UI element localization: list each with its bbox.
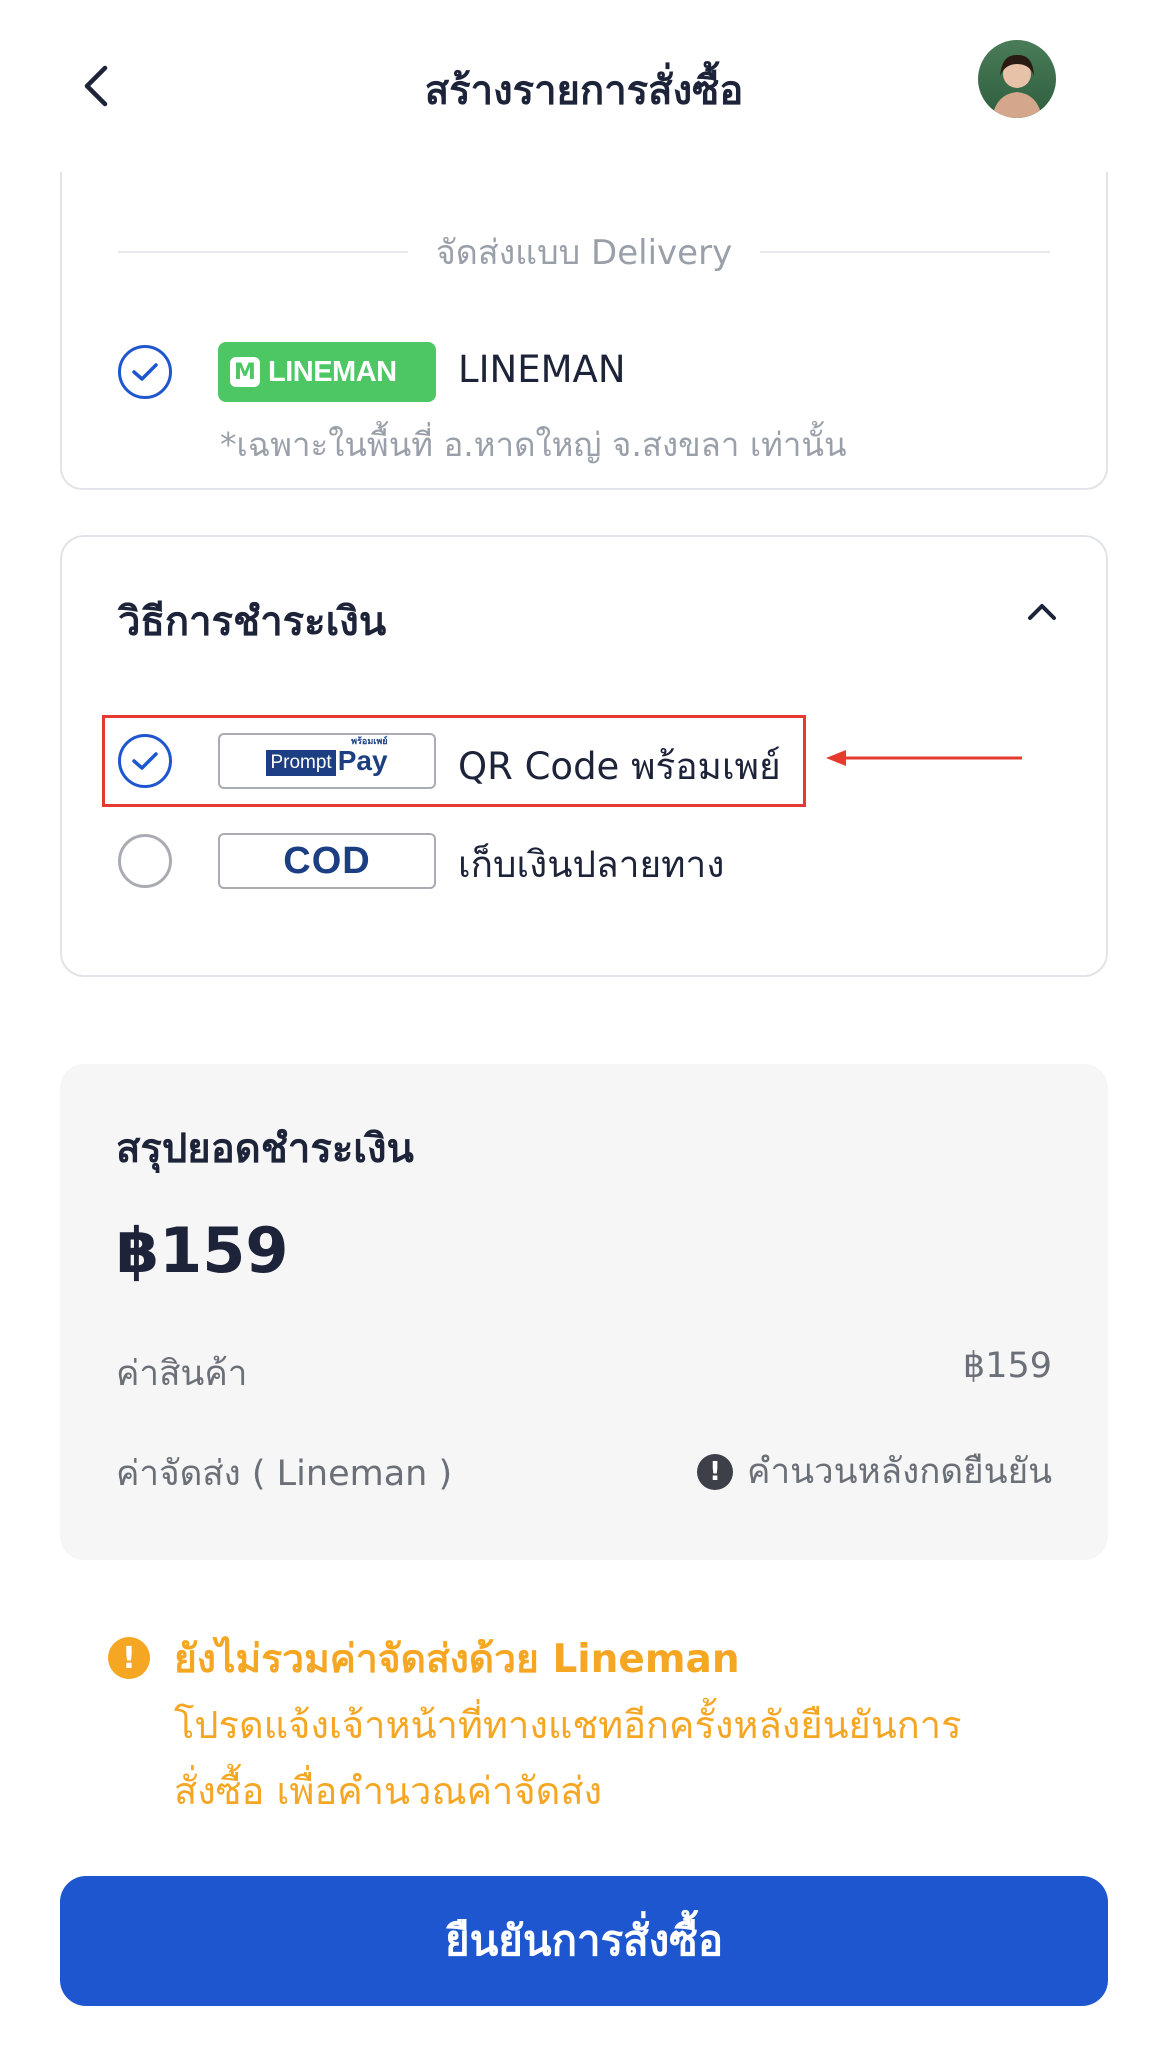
cod-logo-text: COD <box>283 839 371 882</box>
warning-title: ยังไม่รวมค่าจัดส่งด้วย Lineman <box>174 1637 740 1682</box>
shipping-cost-text: คำนวนหลังกดยืนยัน <box>747 1452 1052 1492</box>
warning-body-line1: โปรดแจ้งเจ้าหน้าที่ทางแชทอีกครั้งหลังยืน… <box>174 1703 962 1747</box>
warning-body-line2: สั่งซื้อ เพื่อคำนวณค่าจัดส่ง <box>174 1769 603 1813</box>
app-header: สร้างรายการสั่งซื้อ <box>0 0 1168 172</box>
summary-total: ฿159 <box>116 1214 289 1287</box>
shipping-cost-label: ค่าจัดส่ง ( Lineman ) <box>116 1454 453 1494</box>
cod-radio-unchecked[interactable] <box>118 834 172 888</box>
promptpay-logo-thai: พร้อมเพย์ <box>351 737 388 747</box>
check-icon <box>132 363 158 381</box>
cod-logo: COD <box>218 833 436 889</box>
shipping-cost-value: ! คำนวนหลังกดยืนยัน <box>697 1444 1052 1499</box>
delivery-divider-label: จัดส่งแบบ Delivery <box>435 233 733 273</box>
promptpay-radio-checked[interactable] <box>118 734 172 788</box>
delivery-card: จัดส่งแบบ Delivery M LINEMAN LINEMAN *เฉ… <box>60 172 1108 490</box>
user-avatar[interactable] <box>978 40 1056 118</box>
cod-option-label[interactable]: เก็บเงินปลายทาง <box>458 835 724 894</box>
red-arrow-annotation <box>826 750 1022 766</box>
promptpay-option-label[interactable]: QR Code พร้อมเพย์ <box>458 737 781 796</box>
lineman-option-label: LINEMAN <box>458 348 626 391</box>
divider-line-left <box>118 251 408 253</box>
payment-method-title: วิธีการชำระเงิน <box>118 599 387 645</box>
promptpay-logo: พร้อมเพย์ Prompt Pay <box>218 733 436 789</box>
promptpay-logo-prompt: Prompt <box>266 750 336 776</box>
lineman-m-icon: M <box>230 357 260 387</box>
warning-body: โปรดแจ้งเจ้าหน้าที่ทางแชทอีกครั้งหลังยืน… <box>174 1692 1054 1824</box>
lineman-area-note: *เฉพาะในพื้นที่ อ.หาดใหญ่ จ.สงขลา เท่านั… <box>220 425 847 464</box>
divider-line-right <box>760 251 1050 253</box>
product-cost-value: ฿159 <box>963 1346 1052 1386</box>
chevron-up-icon[interactable] <box>1022 592 1062 632</box>
product-cost-label: ค่าสินค้า <box>116 1354 248 1394</box>
summary-title: สรุปยอดชำระเงิน <box>116 1126 414 1172</box>
confirm-order-button[interactable]: ยืนยันการสั่งซื้อ <box>60 1876 1108 2006</box>
promptpay-logo-pay: Pay <box>337 745 388 776</box>
warning-icon: ! <box>108 1637 150 1679</box>
info-icon[interactable]: ! <box>697 1453 734 1490</box>
product-cost-amount: ฿159 <box>962 1346 1052 1386</box>
payment-summary-card: สรุปยอดชำระเงิน ฿159 ค่าสินค้า ฿159 ค่าจ… <box>60 1064 1108 1560</box>
payment-method-card: วิธีการชำระเงิน พร้อมเพย์ Prompt Pay QR … <box>60 535 1108 977</box>
lineman-radio-checked[interactable] <box>118 345 172 399</box>
check-icon <box>132 752 158 770</box>
lineman-logo: M LINEMAN <box>218 342 436 402</box>
delivery-divider: จัดส่งแบบ Delivery <box>118 232 1050 273</box>
lineman-logo-text: LINEMAN <box>268 355 397 388</box>
